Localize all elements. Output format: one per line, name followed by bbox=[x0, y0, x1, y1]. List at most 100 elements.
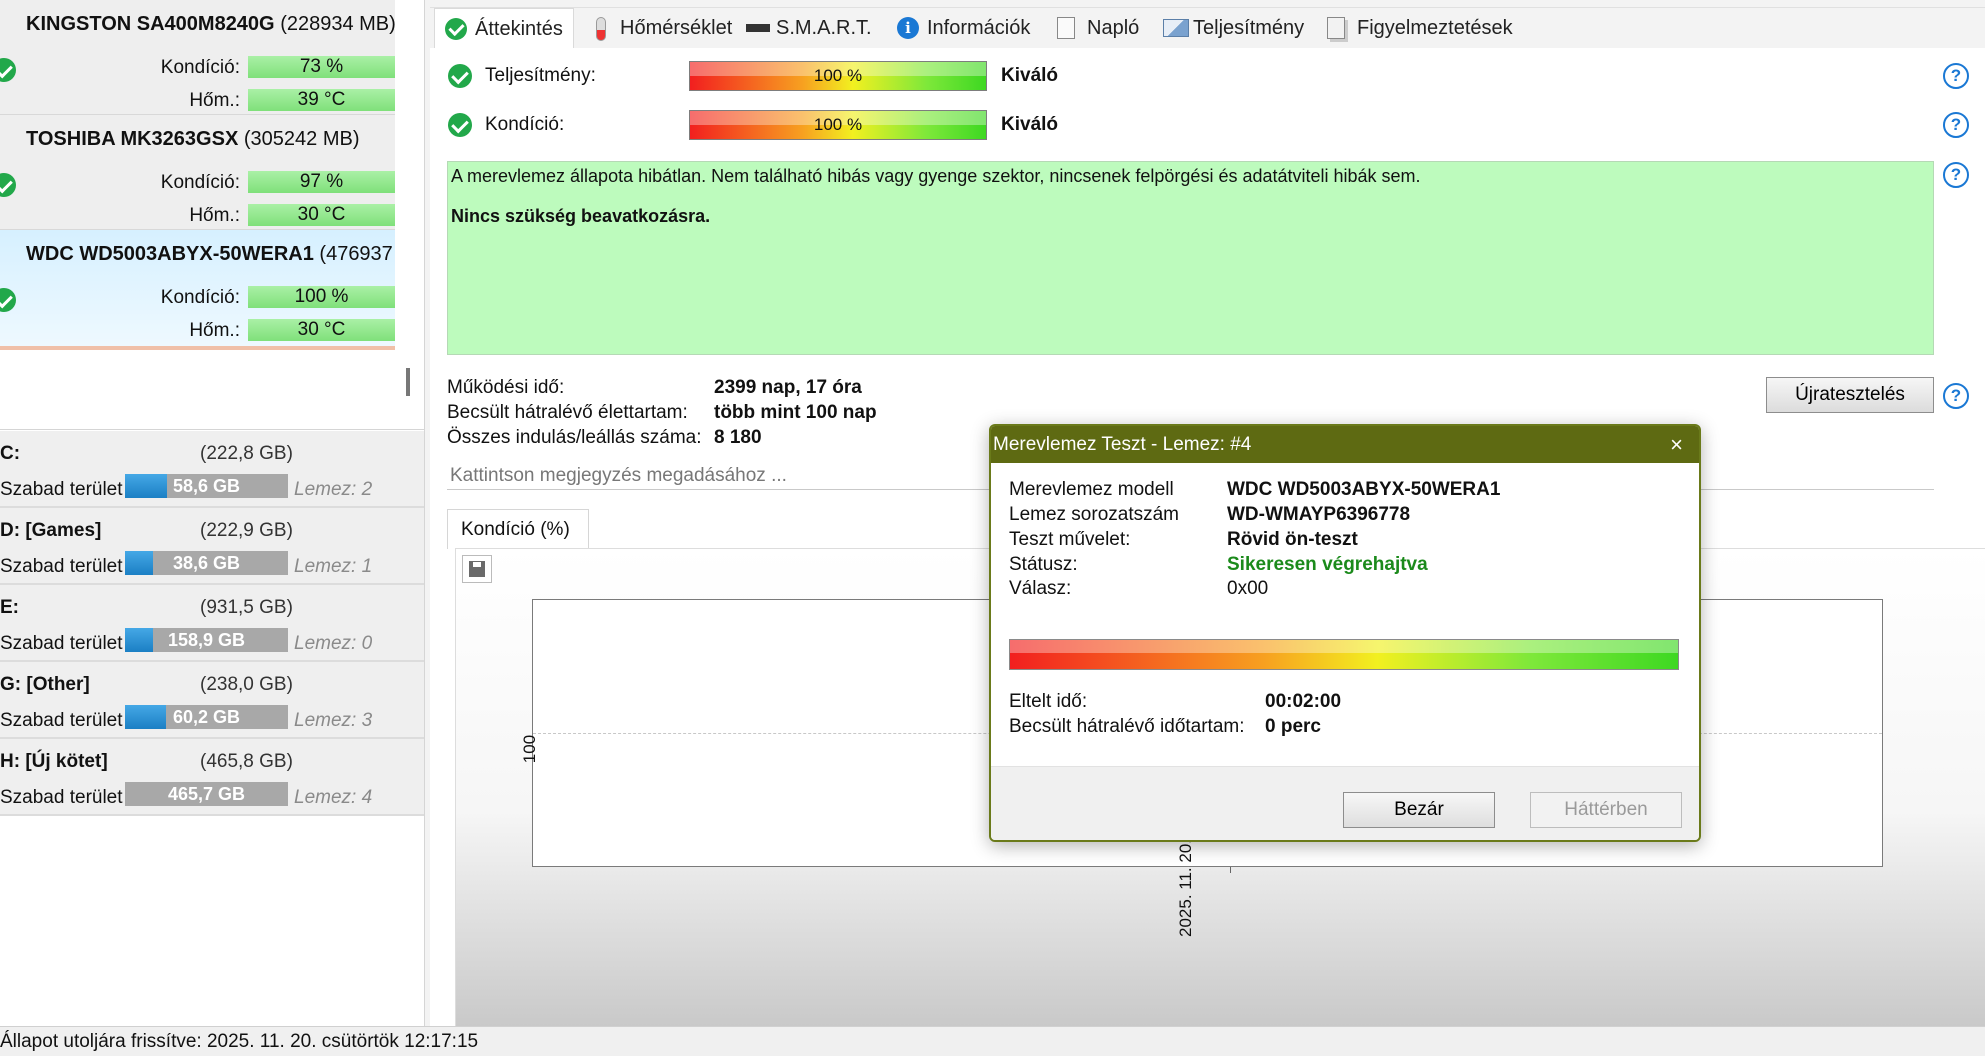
info-icon: i bbox=[897, 17, 919, 39]
health-bar: 73 % bbox=[248, 56, 395, 78]
health-label: Kondíció: bbox=[485, 114, 565, 135]
graph-icon bbox=[1163, 19, 1189, 37]
temp-label: Hőm.: bbox=[189, 320, 240, 341]
uptime-label: Működési idő: bbox=[447, 377, 565, 398]
status-label: Státusz: bbox=[1009, 554, 1078, 575]
thermometer-icon bbox=[596, 17, 606, 41]
tab-performance[interactable]: Teljesítmény bbox=[1153, 8, 1304, 48]
reply-label: Válasz: bbox=[1009, 578, 1072, 599]
y-tick-label: 100 bbox=[520, 734, 540, 764]
volume-disk-index: Lemez: 2 bbox=[294, 479, 373, 500]
volume-disk-index: Lemez: 3 bbox=[294, 710, 373, 731]
help-icon[interactable]: ? bbox=[1943, 112, 1969, 138]
lifetime-label: Becsült hátralévő élettartam: bbox=[447, 402, 688, 423]
help-icon[interactable]: ? bbox=[1943, 383, 1969, 409]
remaining-label: Becsült hátralévő időtartam: bbox=[1009, 716, 1245, 737]
uptime-value: 2399 nap, 17 óra bbox=[714, 377, 862, 398]
status-value: Sikeresen végrehajtva bbox=[1227, 554, 1428, 575]
retest-button[interactable]: Újratesztelés bbox=[1766, 377, 1934, 413]
tab-log[interactable]: Napló bbox=[1047, 8, 1139, 48]
volume-item[interactable]: G: [Other] (238,0 GB) Szabad terület 60,2 G… bbox=[0, 662, 424, 739]
volume-size: (931,5 GB) bbox=[200, 597, 293, 618]
volume-item[interactable]: D: [Games] (222,9 GB) Szabad terület 38,6 G… bbox=[0, 508, 424, 585]
volume-item[interactable]: C: (222,8 GB) Szabad terület 58,6 GB Lemez: … bbox=[0, 431, 424, 508]
disk-item[interactable]: KINGSTON SA400M8240G (228934 MB) Kondíci… bbox=[0, 0, 396, 115]
volume-item[interactable]: H: [Új kötet] (465,8 GB) Szabad terület 465… bbox=[0, 739, 424, 816]
disk-title: KINGSTON SA400M8240G (228934 MB) bbox=[26, 13, 396, 35]
free-space-value: 465,7 GB bbox=[167, 784, 246, 804]
tab-info[interactable]: i Információk bbox=[887, 8, 1030, 48]
tab-alerts[interactable]: Figyelmeztetések bbox=[1317, 8, 1513, 48]
health-bar: 100 % bbox=[689, 110, 987, 140]
health-label: Kondíció: bbox=[160, 172, 240, 193]
free-space-label: Szabad terület bbox=[0, 710, 123, 731]
free-space-bar: 58,6 GB bbox=[125, 474, 288, 498]
drive-icon bbox=[746, 24, 770, 32]
lifetime-value: több mint 100 nap bbox=[714, 402, 877, 423]
elapsed-label: Eltelt idő: bbox=[1009, 691, 1088, 712]
tab-temperature[interactable]: Hőmérséklet bbox=[580, 8, 732, 48]
disk-list-scrollbar[interactable] bbox=[406, 368, 410, 396]
startstop-value: 8 180 bbox=[714, 427, 762, 448]
free-space-label: Szabad terület bbox=[0, 556, 123, 577]
remaining-value: 0 perc bbox=[1265, 716, 1321, 737]
status-message: A merevlemez állapota hibátlan. Nem talá… bbox=[451, 166, 1421, 186]
free-space-label: Szabad terület bbox=[0, 633, 123, 654]
temp-bar: 39 °C bbox=[248, 89, 395, 111]
performance-label: Teljesítmény: bbox=[485, 65, 596, 86]
volume-name: G: [Other] bbox=[0, 674, 90, 695]
tab-overview[interactable]: Áttekintés bbox=[434, 8, 574, 48]
operation-label: Teszt művelet: bbox=[1009, 529, 1131, 550]
disk-item[interactable]: TOSHIBA MK3263GSX (305242 MB) Kondíció: … bbox=[0, 115, 395, 230]
free-space-value: 58,6 GB bbox=[172, 476, 241, 496]
tab-smart[interactable]: S.M.A.R.T. bbox=[736, 8, 872, 48]
health-row: Kondíció: 100 % Kiváló bbox=[448, 110, 1088, 140]
temp-bar: 30 °C bbox=[248, 204, 395, 226]
model-value: WDC WD5003ABYX-50WERA1 bbox=[1227, 479, 1501, 500]
volume-name: C: bbox=[0, 443, 21, 464]
free-space-bar: 38,6 GB bbox=[125, 551, 288, 575]
status-ok-icon bbox=[0, 58, 16, 82]
status-ok-icon bbox=[448, 64, 472, 88]
volume-size: (465,8 GB) bbox=[200, 751, 293, 772]
volume-name: H: [Új kötet] bbox=[0, 751, 108, 772]
volume-size: (222,9 GB) bbox=[200, 520, 293, 541]
x-tick-mark bbox=[1230, 867, 1231, 873]
check-circle-icon bbox=[445, 18, 467, 40]
disk-item-selected[interactable]: WDC WD5003ABYX-50WERA1 (476937 MB) Kondí… bbox=[0, 230, 396, 350]
temp-label: Hőm.: bbox=[189, 90, 240, 111]
disk-test-dialog: Merevlemez Teszt - Lemez: #4 × Merevleme… bbox=[989, 424, 1701, 842]
elapsed-value: 00:02:00 bbox=[1265, 691, 1342, 712]
performance-rating: Kiváló bbox=[1001, 65, 1059, 86]
dialog-title-bar[interactable]: Merevlemez Teszt - Lemez: #4 × bbox=[991, 426, 1699, 463]
warning-document-icon bbox=[1327, 17, 1345, 39]
free-space-bar: 60,2 GB bbox=[125, 705, 288, 729]
left-panel: KINGSTON SA400M8240G (228934 MB) Kondíci… bbox=[0, 0, 425, 1026]
help-icon[interactable]: ? bbox=[1943, 63, 1969, 89]
volume-name: D: [Games] bbox=[0, 520, 102, 541]
free-space-value: 38,6 GB bbox=[172, 553, 241, 573]
status-ok-icon bbox=[0, 173, 16, 197]
disk-list-blank bbox=[0, 350, 424, 430]
close-icon[interactable]: × bbox=[1670, 426, 1683, 463]
health-label: Kondíció: bbox=[160, 57, 240, 78]
volume-disk-index: Lemez: 1 bbox=[294, 556, 373, 577]
status-bar: Állapot utoljára frissítve: 2025. 11. 20… bbox=[0, 1026, 1985, 1056]
volume-size: (222,8 GB) bbox=[200, 443, 293, 464]
close-button[interactable]: Bezár bbox=[1343, 792, 1495, 828]
help-icon[interactable]: ? bbox=[1943, 162, 1969, 188]
background-button[interactable]: Háttérben bbox=[1530, 792, 1682, 828]
status-recommendation: Nincs szükség beavatkozásra. bbox=[451, 206, 711, 226]
performance-bar: 100 % bbox=[689, 61, 987, 91]
operation-value: Rövid ön-teszt bbox=[1227, 529, 1358, 550]
free-space-label: Szabad terület bbox=[0, 787, 123, 808]
status-message-box: A merevlemez állapota hibátlan. Nem talá… bbox=[447, 161, 1934, 355]
tab-health-chart[interactable]: Kondíció (%) bbox=[447, 509, 589, 549]
health-label: Kondíció: bbox=[160, 287, 240, 308]
health-bar: 100 % bbox=[248, 286, 395, 308]
status-ok-icon bbox=[448, 113, 472, 137]
floppy-save-icon[interactable] bbox=[462, 555, 492, 583]
free-space-bar: 465,7 GB bbox=[125, 782, 288, 806]
volume-item[interactable]: E: (931,5 GB) Szabad terület 158,9 GB Lemez:… bbox=[0, 585, 424, 662]
serial-label: Lemez sorozatszám bbox=[1009, 504, 1180, 525]
